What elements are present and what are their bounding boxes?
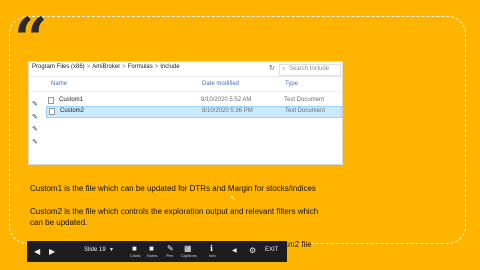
file-row-custom1[interactable]: Custom1 8/10/2020 5:52 AM Text Document <box>46 96 340 106</box>
file-type: Text Document <box>284 97 325 103</box>
slide-number[interactable]: Slide 19 <box>84 247 106 253</box>
breadcrumb[interactable]: Program Files (x86) > AmiBroker > Formulas > I… <box>32 64 180 70</box>
column-header-row: Name Date modified Type <box>29 78 342 92</box>
text-file-icon <box>48 97 54 104</box>
refresh-icon[interactable]: ↻ <box>269 64 275 72</box>
breadcrumb-item[interactable]: Include <box>160 64 179 70</box>
slide-text-line2a: Custom2 is the file which controls the e… <box>30 207 319 216</box>
breadcrumb-separator: > <box>154 64 159 70</box>
text-file-icon <box>49 108 55 115</box>
column-header-type[interactable]: Type <box>285 81 298 87</box>
column-header-date[interactable]: Date modified <box>202 81 239 87</box>
file-date: 8/10/2020 5:52 AM <box>201 97 252 103</box>
quote-mark: “ <box>14 5 48 73</box>
file-explorer-window: Program Files (x86) > AmiBroker > Formulas > I… <box>29 62 342 164</box>
file-name: Custom2 <box>60 108 85 114</box>
exit-button[interactable]: EXIT <box>265 247 278 253</box>
column-header-name[interactable]: Name <box>51 81 67 87</box>
toolbar-label: Pen <box>166 253 174 258</box>
breadcrumb-item[interactable]: Program Files (x86) <box>32 64 85 70</box>
info-icon: ℹ <box>210 244 214 253</box>
breadcrumb-separator: > <box>86 64 91 70</box>
file-row-custom2[interactable]: Custom2 8/10/2020 5:36 PM Text Document <box>46 106 342 118</box>
breadcrumb-item[interactable]: Formulas <box>128 64 153 70</box>
breadcrumb-separator: > <box>122 64 126 70</box>
clicks-icon: ■ <box>132 244 137 253</box>
slide-text-line2b: can be updated. <box>30 218 88 227</box>
search-icon: ⌕ <box>282 66 286 72</box>
pin-icon: ✎ <box>32 101 38 108</box>
address-bar[interactable]: Program Files (x86) > AmiBroker > Formulas > I… <box>29 62 342 77</box>
search-input[interactable]: ⌕ Search Include <box>279 64 341 76</box>
toolbar-label: Captions <box>181 253 197 258</box>
notes-icon: ■ <box>149 244 154 253</box>
mouse-cursor-icon: ↖ <box>230 195 236 202</box>
slide-text-line1: Custom1 is the file which can be updated… <box>30 184 316 193</box>
pin-icon: ✎ <box>32 139 38 146</box>
file-type: Text Document <box>285 108 326 114</box>
toolbar-label: Info <box>209 253 216 258</box>
pin-icon: ✎ <box>32 114 38 121</box>
slide-text-line3: cm2 file <box>284 240 312 249</box>
file-name: Custom1 <box>59 97 84 103</box>
breadcrumb-item[interactable]: AmiBroker <box>92 64 120 70</box>
search-placeholder: Search Include <box>289 66 330 72</box>
pin-icon: ✎ <box>32 126 38 133</box>
presenter-toolbar: ◀ ▶ Slide 19 ▼ ■ Clicks ■ Notes ✎ Pen ▦ … <box>27 241 287 262</box>
file-date: 8/10/2020 5:36 PM <box>202 108 253 114</box>
pen-icon: ✎ <box>167 244 174 253</box>
toolbar-label: Clicks <box>130 253 141 258</box>
toolbar-label: Notes <box>147 253 158 258</box>
captions-icon: ▦ <box>184 244 192 253</box>
